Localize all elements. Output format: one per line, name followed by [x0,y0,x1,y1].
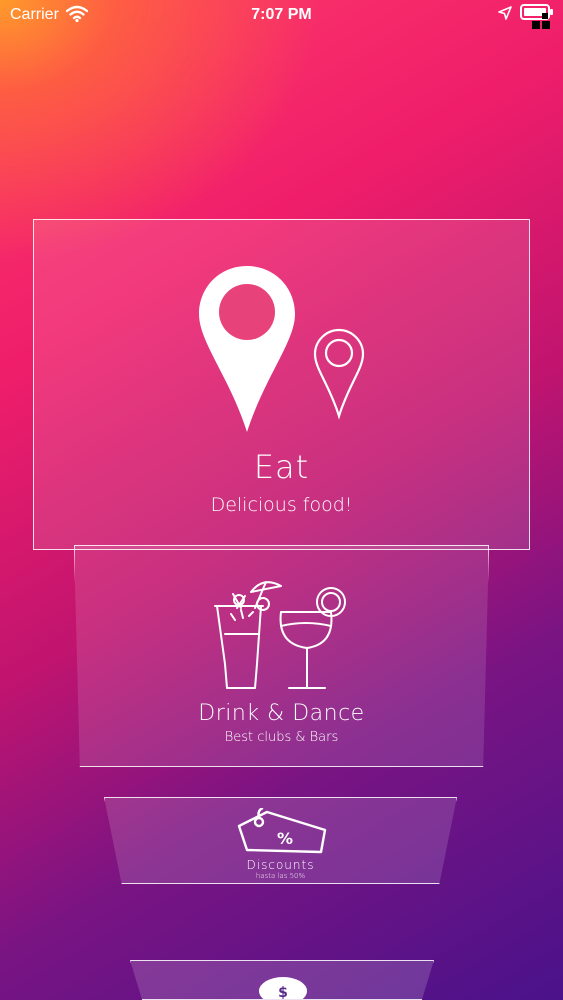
eat-card[interactable]: Eat Delicious food! [33,219,530,550]
discounts-card[interactable]: % Discounts hasta las 50% [104,797,457,884]
next-card-icon: $ [259,977,307,1000]
discounts-title: Discounts [246,858,315,872]
status-bar: Carrier 7:07 PM [0,0,563,30]
location-arrow-icon [498,6,512,20]
battery-icon [520,4,553,29]
drink-dance-card[interactable]: Drink & Dance Best clubs & Bars [74,545,489,767]
drink-dance-subtitle: Best clubs & Bars [224,730,339,745]
discount-tag-icon: % [237,808,327,854]
next-card[interactable]: $ [130,960,434,1000]
eat-subtitle: Delicious food! [210,494,353,516]
svg-text:%: % [277,829,293,848]
map-pin-icon [199,266,365,432]
drink-dance-title: Drink & Dance [198,701,365,726]
discounts-subtitle: hasta las 50% [255,872,306,880]
eat-title: Eat [253,448,310,486]
status-time: 7:07 PM [251,6,312,23]
cocktail-wine-icon [214,581,346,689]
svg-text:$: $ [278,985,288,1000]
